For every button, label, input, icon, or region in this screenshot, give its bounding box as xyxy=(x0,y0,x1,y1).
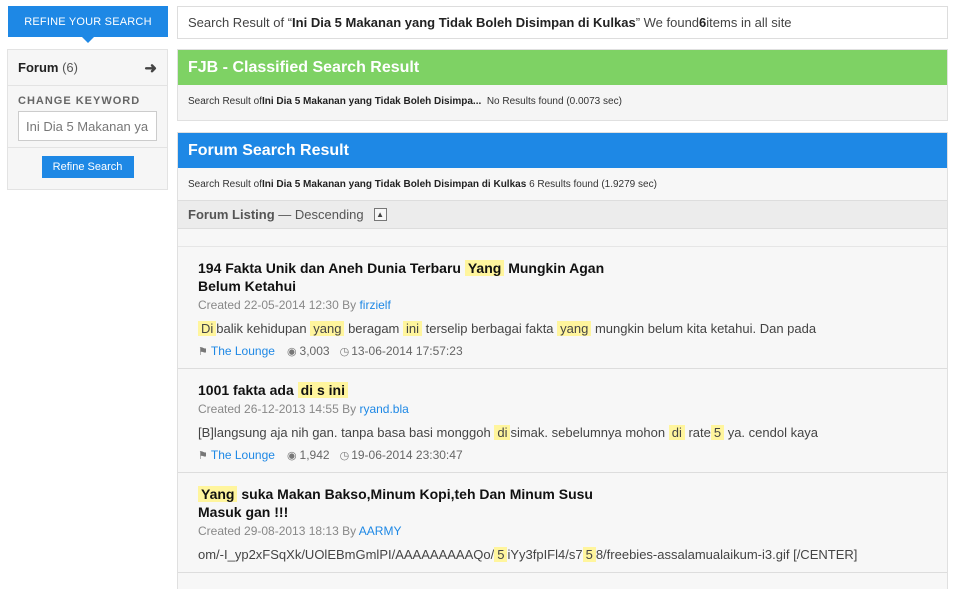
listing-label: Forum Listing xyxy=(188,207,275,222)
result-snippet: Di balik kehidupan yang beragam ini terse… xyxy=(198,321,927,336)
change-keyword-label: CHANGE KEYWORD xyxy=(18,95,141,107)
summary-prefix: Search Result of “ xyxy=(188,15,293,30)
divider xyxy=(8,147,167,148)
tag-icon: ⚑ xyxy=(198,449,208,462)
fjb-panel-title: FJB - Classified Search Result xyxy=(178,50,947,85)
summary-middle: ” We found xyxy=(635,15,700,30)
view-count: 3,003 xyxy=(299,344,330,358)
author-link[interactable]: AARMY xyxy=(359,524,402,538)
fjb-query: Ini Dia 5 Makanan yang Tidak Boleh Disim… xyxy=(261,95,482,107)
listing-order: — Descending xyxy=(278,207,364,222)
author-link[interactable]: firzielf xyxy=(359,298,390,312)
refine-search-button[interactable]: Refine Search xyxy=(41,156,134,178)
clock-icon: ◷ xyxy=(339,449,350,462)
result-meta: Created 26-12-2013 14:55 By ryand.bla xyxy=(198,402,409,416)
fjb-result-line: Search Result of Ini Dia 5 Makanan yang … xyxy=(188,95,622,107)
forum-filter-label: Forum xyxy=(18,60,59,75)
keyword-input[interactable] xyxy=(18,111,157,141)
result-title-link[interactable]: 194 Fakta Unik dan Aneh Dunia Terbaru Ya… xyxy=(198,259,638,295)
eye-icon: ◉ xyxy=(286,449,297,462)
tag-icon: ⚑ xyxy=(198,345,208,358)
result-meta: Created 29-08-2013 18:13 By AARMY xyxy=(198,524,402,538)
forum-listing-bar: Forum Listing — Descending ▲ xyxy=(178,200,947,229)
view-count: 1,942 xyxy=(299,448,330,462)
summary-suffix: items in all site xyxy=(706,15,792,30)
title-highlight: Yang xyxy=(464,260,505,276)
result-title-link[interactable]: Yang suka Makan Bakso,Minum Kopi,teh Dan… xyxy=(198,485,638,521)
refine-sidebar: Forum (6) ➜ CHANGE KEYWORD Refine Search xyxy=(7,49,168,190)
result-item: 194 Fakta Unik dan Aneh Dunia Terbaru Ya… xyxy=(178,247,947,369)
clock-icon: ◷ xyxy=(339,345,350,358)
summary-count: 6 xyxy=(699,15,707,30)
forum-query: Ini Dia 5 Makanan yang Tidak Boleh Disim… xyxy=(261,178,527,190)
fjb-status: No Results found (0.0073 sec) xyxy=(486,95,622,107)
result-item: Yang suka Makan Bakso,Minum Kopi,teh Dan… xyxy=(178,473,947,573)
title-highlight: Yang xyxy=(198,486,238,502)
forum-panel-title: Forum Search Result xyxy=(178,133,947,168)
arrow-right-icon[interactable]: ➜ xyxy=(144,59,157,77)
author-link[interactable]: ryand.bla xyxy=(359,402,408,416)
result-footer: ⚑ The Lounge ◉ 3,003 ◷ 13-06-2014 17:57:23 xyxy=(198,344,927,358)
forum-filter-row[interactable]: Forum (6) ➜ xyxy=(8,50,167,86)
forum-result-line: Search Result of Ini Dia 5 Makanan yang … xyxy=(188,178,657,190)
refine-tab-label: REFINE YOUR SEARCH xyxy=(24,15,152,28)
eye-icon: ◉ xyxy=(286,345,297,358)
title-highlight: di s ini xyxy=(297,382,348,398)
result-title-link[interactable]: 1001 fakta ada di s ini xyxy=(198,381,638,399)
last-post-date: 13-06-2014 17:57:23 xyxy=(351,344,463,358)
result-meta: Created 22-05-2014 12:30 By firzielf xyxy=(198,298,391,312)
result-summary-bar: Search Result of “Ini Dia 5 Makanan yang… xyxy=(177,6,948,39)
forum-filter-count: (6) xyxy=(62,60,78,75)
forum-status: 6 Results found (1.9279 sec) xyxy=(529,178,657,190)
result-snippet: [B]langsung aja nih gan. tanpa basa basi… xyxy=(198,425,819,440)
result-snippet: om/-I_yp2xFSqXk/UOlEBmGmlPI/AAAAAAAAAQo/… xyxy=(198,547,858,562)
refine-your-search-tab[interactable]: REFINE YOUR SEARCH xyxy=(8,6,168,43)
listing-spacer xyxy=(178,229,947,247)
sort-toggle-icon[interactable]: ▲ xyxy=(373,208,387,221)
forum-results-panel: Forum Search Result Search Result of Ini… xyxy=(177,132,948,589)
last-post-date: 19-06-2014 23:30:47 xyxy=(351,448,463,462)
result-footer: ⚑ The Lounge ◉ 1,942 ◷ 19-06-2014 23:30:47 xyxy=(198,448,927,462)
result-item: 1001 fakta ada di s ini Created 26-12-20… xyxy=(178,369,947,473)
summary-query: Ini Dia 5 Makanan yang Tidak Boleh Disim… xyxy=(292,15,636,30)
fjb-results-panel: FJB - Classified Search Result Search Re… xyxy=(177,49,948,121)
forum-tag-link[interactable]: The Lounge xyxy=(211,344,275,358)
forum-tag-link[interactable]: The Lounge xyxy=(211,448,275,462)
